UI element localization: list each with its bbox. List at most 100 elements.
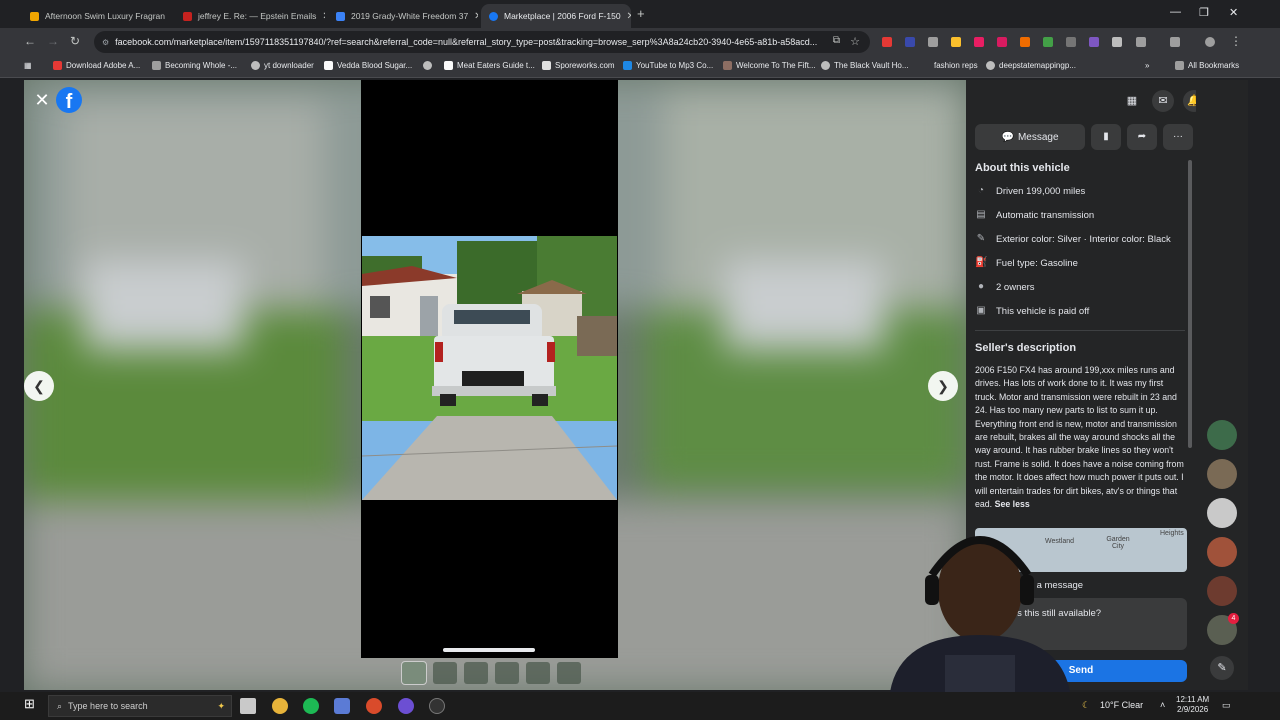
spotify-icon[interactable]	[303, 698, 319, 714]
tab-close-icon[interactable]: ✕	[165, 11, 172, 22]
extension-icon[interactable]	[1043, 37, 1053, 47]
url-text[interactable]: facebook.com/marketplace/item/1597118351…	[115, 37, 825, 47]
bookmark-star-icon[interactable]: ☆	[850, 35, 860, 48]
photo-thumbnail[interactable]	[495, 662, 519, 684]
app-icon[interactable]	[429, 698, 445, 714]
chat-avatar[interactable]: 4	[1207, 613, 1239, 645]
extension-icon[interactable]	[1020, 37, 1030, 47]
truck-image	[362, 236, 617, 500]
restore-icon[interactable]: ❐	[1199, 6, 1209, 19]
bookmark-item[interactable]: Meat Eaters Guide t...	[444, 61, 535, 70]
tab-boat[interactable]: 2019 Grady-White Freedom 37 ✕	[328, 4, 478, 28]
app-icon[interactable]	[366, 698, 382, 714]
more-options-button[interactable]: ···	[1163, 124, 1193, 150]
bookmark-item[interactable]: YouTube to Mp3 Co...	[623, 61, 713, 70]
bookmark-item[interactable]: yt downloader	[251, 61, 314, 70]
photo-thumbnail[interactable]	[464, 662, 488, 684]
chat-avatar[interactable]	[1207, 498, 1237, 528]
tab-favicon-icon	[336, 11, 345, 21]
bookmark-label: Download Adobe A...	[66, 61, 141, 70]
share-arrow-icon: ➦	[1137, 131, 1147, 142]
task-view-icon[interactable]	[240, 698, 256, 714]
facebook-logo-icon[interactable]: f	[56, 87, 82, 113]
bookmark-item[interactable]	[423, 61, 436, 70]
extension-icon[interactable]	[905, 37, 915, 47]
more-dots-icon: ···	[1173, 131, 1183, 142]
extensions-puzzle-icon[interactable]	[1136, 37, 1146, 47]
photo-thumbnail[interactable]	[557, 662, 581, 684]
share-button[interactable]: ➦	[1127, 124, 1157, 150]
address-bar[interactable]: ⚙ facebook.com/marketplace/item/15971183…	[94, 31, 870, 53]
bookmark-favicon-icon	[542, 61, 551, 70]
previous-photo-button[interactable]: ❮	[24, 371, 54, 401]
extension-icon[interactable]	[997, 37, 1007, 47]
photo-thumbnail[interactable]	[526, 662, 550, 684]
close-window-icon[interactable]: ✕	[1229, 6, 1238, 19]
extension-icon[interactable]	[974, 37, 984, 47]
attribute-text: Fuel type: Gasoline	[996, 257, 1078, 269]
extension-icon[interactable]	[1112, 37, 1122, 47]
windows-start-icon[interactable]: ⊞	[24, 696, 40, 712]
chat-avatar[interactable]	[1207, 459, 1237, 489]
paint-icon: ✎	[976, 233, 986, 244]
tray-overflow-icon[interactable]: ˄	[1160, 700, 1165, 710]
weather-status[interactable]: 10°F Clear	[1100, 700, 1143, 710]
tab-close-icon[interactable]: ✕	[621, 11, 631, 22]
bookmark-item[interactable]: Becoming Whole -...	[152, 61, 237, 70]
weather-moon-icon[interactable]: ☾	[1082, 700, 1090, 711]
chrome-icon[interactable]	[272, 698, 288, 714]
chat-avatar[interactable]	[1207, 576, 1237, 606]
messenger-icon[interactable]: ✉	[1152, 90, 1174, 112]
reload-icon[interactable]: ↻	[70, 34, 80, 48]
close-viewer-icon[interactable]: ✕	[32, 90, 52, 110]
photo-thumbnail[interactable]	[401, 661, 427, 685]
extension-icon[interactable]	[951, 37, 961, 47]
tab-close-icon[interactable]: ✕	[316, 11, 325, 22]
side-panel-icon[interactable]	[1170, 37, 1180, 47]
panel-scrollbar[interactable]	[1188, 160, 1192, 448]
back-icon[interactable]: ←	[24, 34, 36, 48]
obs-icon[interactable]	[398, 698, 414, 714]
tab-marketplace[interactable]: Marketplace | 2006 Ford F-150 ✕	[481, 4, 631, 28]
taskbar-search-box[interactable]: ⌕ Type here to search ✦	[48, 695, 232, 717]
profile-icon[interactable]	[1205, 37, 1215, 47]
extension-icon[interactable]	[1089, 37, 1099, 47]
photo-thumbnail[interactable]	[433, 662, 457, 684]
extension-icon[interactable]	[1066, 37, 1076, 47]
clock-time: 12:11 AM	[1176, 695, 1210, 704]
forward-icon[interactable]: →	[47, 34, 59, 48]
browser-toolbar: ← → ↻ ⚙ facebook.com/marketplace/item/15…	[0, 28, 1280, 56]
extension-icon[interactable]	[928, 37, 938, 47]
bookmark-item[interactable]: Welcome To The Fift...	[723, 61, 816, 70]
notifications-icon[interactable]: ▭	[1222, 700, 1231, 711]
bookmark-label: YouTube to Mp3 Co...	[636, 61, 714, 70]
new-tab-icon[interactable]: +	[637, 6, 645, 21]
all-bookmarks[interactable]: All Bookmarks	[1175, 61, 1239, 70]
minimize-icon[interactable]: —	[1170, 6, 1181, 18]
chat-avatar[interactable]	[1207, 420, 1237, 450]
bookmark-item[interactable]: fashion reps	[934, 61, 978, 70]
bookmark-label: Meat Eaters Guide t...	[457, 61, 535, 70]
bookmark-item[interactable]: Download Adobe A...	[53, 61, 140, 70]
tab-emails[interactable]: jeffrey E. Re: — Epstein Emails ✕	[175, 4, 325, 28]
next-photo-button[interactable]: ❯	[928, 371, 958, 401]
extension-icon[interactable]	[882, 37, 892, 47]
bookmark-item[interactable]: The Black Vault Ho...	[821, 61, 909, 70]
bookmark-item[interactable]: Vedda Blood Sugar...	[324, 61, 412, 70]
bookmark-item[interactable]: Sporeworks.com	[542, 61, 615, 70]
site-info-icon[interactable]: ⚙	[102, 38, 109, 47]
tab-close-icon[interactable]: ✕	[468, 11, 478, 22]
message-button[interactable]: 💬 Message	[975, 124, 1085, 150]
install-app-icon[interactable]: ⧉	[833, 35, 840, 46]
more-bookmarks-icon[interactable]: »	[1145, 61, 1149, 70]
tab-fragrance[interactable]: Afternoon Swim Luxury Fragran ✕	[22, 4, 172, 28]
save-button[interactable]: ▮	[1091, 124, 1121, 150]
browser-menu-icon[interactable]: ⋮	[1230, 34, 1242, 48]
chat-avatar[interactable]	[1207, 537, 1237, 567]
apps-grid-icon[interactable]: ▦	[24, 61, 32, 70]
new-message-icon[interactable]: ✎	[1210, 656, 1234, 680]
menu-grid-icon[interactable]: ▦	[1121, 90, 1143, 112]
app-icon[interactable]	[334, 698, 350, 714]
taskbar-clock[interactable]: 12:11 AM 2/9/2026	[1176, 695, 1209, 715]
bookmark-item[interactable]: deepstatemappingp...	[986, 61, 1076, 70]
